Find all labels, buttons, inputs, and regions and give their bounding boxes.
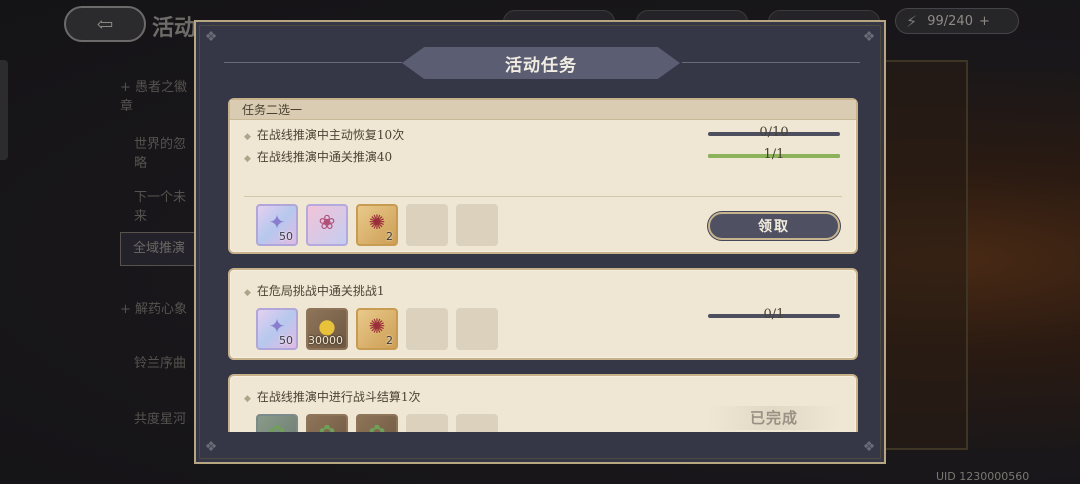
corner-ornament-icon: ❖ bbox=[204, 29, 218, 45]
bullet-diamond-icon: ◆ bbox=[244, 132, 251, 142]
empty-reward-slot bbox=[406, 308, 448, 350]
completed-label: 已完成 bbox=[708, 406, 840, 430]
reward-count: 2 bbox=[386, 230, 393, 243]
sidebar-item-active[interactable]: 全域推演 bbox=[120, 232, 198, 266]
task-label: 在战线推演中主动恢复10次 bbox=[256, 128, 405, 142]
reward-item[interactable]: ❀ bbox=[306, 204, 348, 246]
sidebar-item[interactable]: 共度星河 bbox=[120, 408, 198, 427]
empty-reward-slot bbox=[406, 204, 448, 246]
green-item-icon: ✿ bbox=[318, 420, 336, 432]
left-edge-tab[interactable] bbox=[0, 60, 8, 160]
reward-item[interactable]: ✺ 2 bbox=[356, 204, 398, 246]
progress-text: 1/1 bbox=[763, 147, 785, 162]
sidebar-item[interactable]: 世界的忽略 bbox=[120, 133, 198, 171]
task-list[interactable]: 任务二选一 ◆ 在战线推演中主动恢复10次 0/10 ◆ 在战线推演中通关推演40 … bbox=[228, 98, 858, 432]
empty-reward-slot bbox=[456, 414, 498, 432]
corner-ornament-icon: ❖ bbox=[862, 439, 876, 455]
back-arrow-icon: ⇦ bbox=[96, 12, 114, 36]
game-screen: ⇦ 活动 ⚡ 99/240 + + 愚者之徽章 世界的忽略 下一个未来 全域推演… bbox=[0, 0, 1080, 484]
progress-text: 0/10 bbox=[759, 125, 789, 140]
green-item-icon: ✿ bbox=[268, 420, 286, 432]
bullet-diamond-icon: ◆ bbox=[244, 154, 251, 164]
card-divider bbox=[244, 196, 842, 197]
reward-item[interactable]: ✦ 50 bbox=[256, 204, 298, 246]
corner-ornament-icon: ❖ bbox=[862, 29, 876, 45]
energy-value: 99/240 bbox=[927, 13, 973, 29]
pink-creature-icon: ❀ bbox=[318, 210, 336, 234]
task-row: ◆ 在战线推演中主动恢复10次 bbox=[244, 126, 404, 143]
sidebar-item[interactable]: + 解药心象 bbox=[120, 298, 198, 317]
background-banner bbox=[884, 60, 968, 450]
back-button[interactable]: ⇦ bbox=[64, 6, 146, 42]
empty-reward-slot bbox=[456, 204, 498, 246]
reward-count: 2 bbox=[386, 334, 393, 347]
reward-count: 50 bbox=[279, 334, 293, 347]
empty-reward-slot bbox=[456, 308, 498, 350]
reward-item[interactable]: ✿ bbox=[306, 414, 348, 432]
task-label: 在战线推演中通关推演40 bbox=[256, 150, 393, 164]
uid-label: UID 1230000560 bbox=[936, 470, 1030, 483]
page-title: 活动 bbox=[152, 15, 197, 41]
sidebar-item[interactable]: 下一个未来 bbox=[120, 186, 198, 224]
claim-button[interactable]: 领取 bbox=[708, 212, 840, 240]
reward-item[interactable]: ✺ 2 bbox=[356, 308, 398, 350]
dialog-title: 活动任务 bbox=[402, 47, 680, 79]
task-row: ◆ 在战线推演中进行战斗结算1次 bbox=[244, 388, 421, 405]
reward-item[interactable]: ✿ bbox=[356, 414, 398, 432]
progress-text: 0/1 bbox=[763, 307, 785, 322]
task-label: 在危局挑战中通关挑战1 bbox=[256, 284, 385, 298]
title-divider bbox=[224, 62, 402, 63]
bullet-diamond-icon: ◆ bbox=[244, 394, 251, 404]
task-row: ◆ 在危局挑战中通关挑战1 bbox=[244, 282, 385, 299]
task-label: 在战线推演中进行战斗结算1次 bbox=[256, 390, 421, 404]
bullet-diamond-icon: ◆ bbox=[244, 288, 251, 298]
sidebar-item[interactable]: + 愚者之徽章 bbox=[120, 76, 198, 114]
empty-reward-slot bbox=[406, 414, 448, 432]
energy-counter[interactable]: ⚡ 99/240 + bbox=[895, 8, 1019, 34]
sidebar-item[interactable]: 铃兰序曲 bbox=[120, 352, 198, 371]
task-card: 任务二选一 ◆ 在战线推演中主动恢复10次 0/10 ◆ 在战线推演中通关推演40 … bbox=[228, 98, 858, 254]
dialog-title-banner: 活动任务 bbox=[402, 47, 680, 79]
card-header: 任务二选一 bbox=[230, 100, 856, 120]
green-item-icon: ✿ bbox=[368, 420, 386, 432]
task-row: ◆ 在战线推演中通关推演40 bbox=[244, 148, 392, 165]
lightning-icon: ⚡ bbox=[906, 11, 918, 31]
activity-tasks-dialog: ❖ ❖ ❖ ❖ 活动任务 任务二选一 ◆ 在战线推演中主动恢复10次 0/10 ◆… bbox=[194, 20, 886, 464]
task-card: ◆ 在战线推演中进行战斗结算1次 ✿ ✿ ✿ 已完成 bbox=[228, 374, 858, 432]
reward-count: 30000 bbox=[308, 334, 343, 347]
corner-ornament-icon: ❖ bbox=[204, 439, 218, 455]
energy-add-icon[interactable]: + bbox=[979, 14, 990, 29]
reward-item[interactable]: ✦ 50 bbox=[256, 308, 298, 350]
task-card: ◆ 在危局挑战中通关挑战1 ✦ 50 ● 30000 ✺ 2 0/1 bbox=[228, 268, 858, 360]
reward-item[interactable]: ✿ bbox=[256, 414, 298, 432]
reward-count: 50 bbox=[279, 230, 293, 243]
title-divider bbox=[682, 62, 860, 63]
reward-item[interactable]: ● 30000 bbox=[306, 308, 348, 350]
